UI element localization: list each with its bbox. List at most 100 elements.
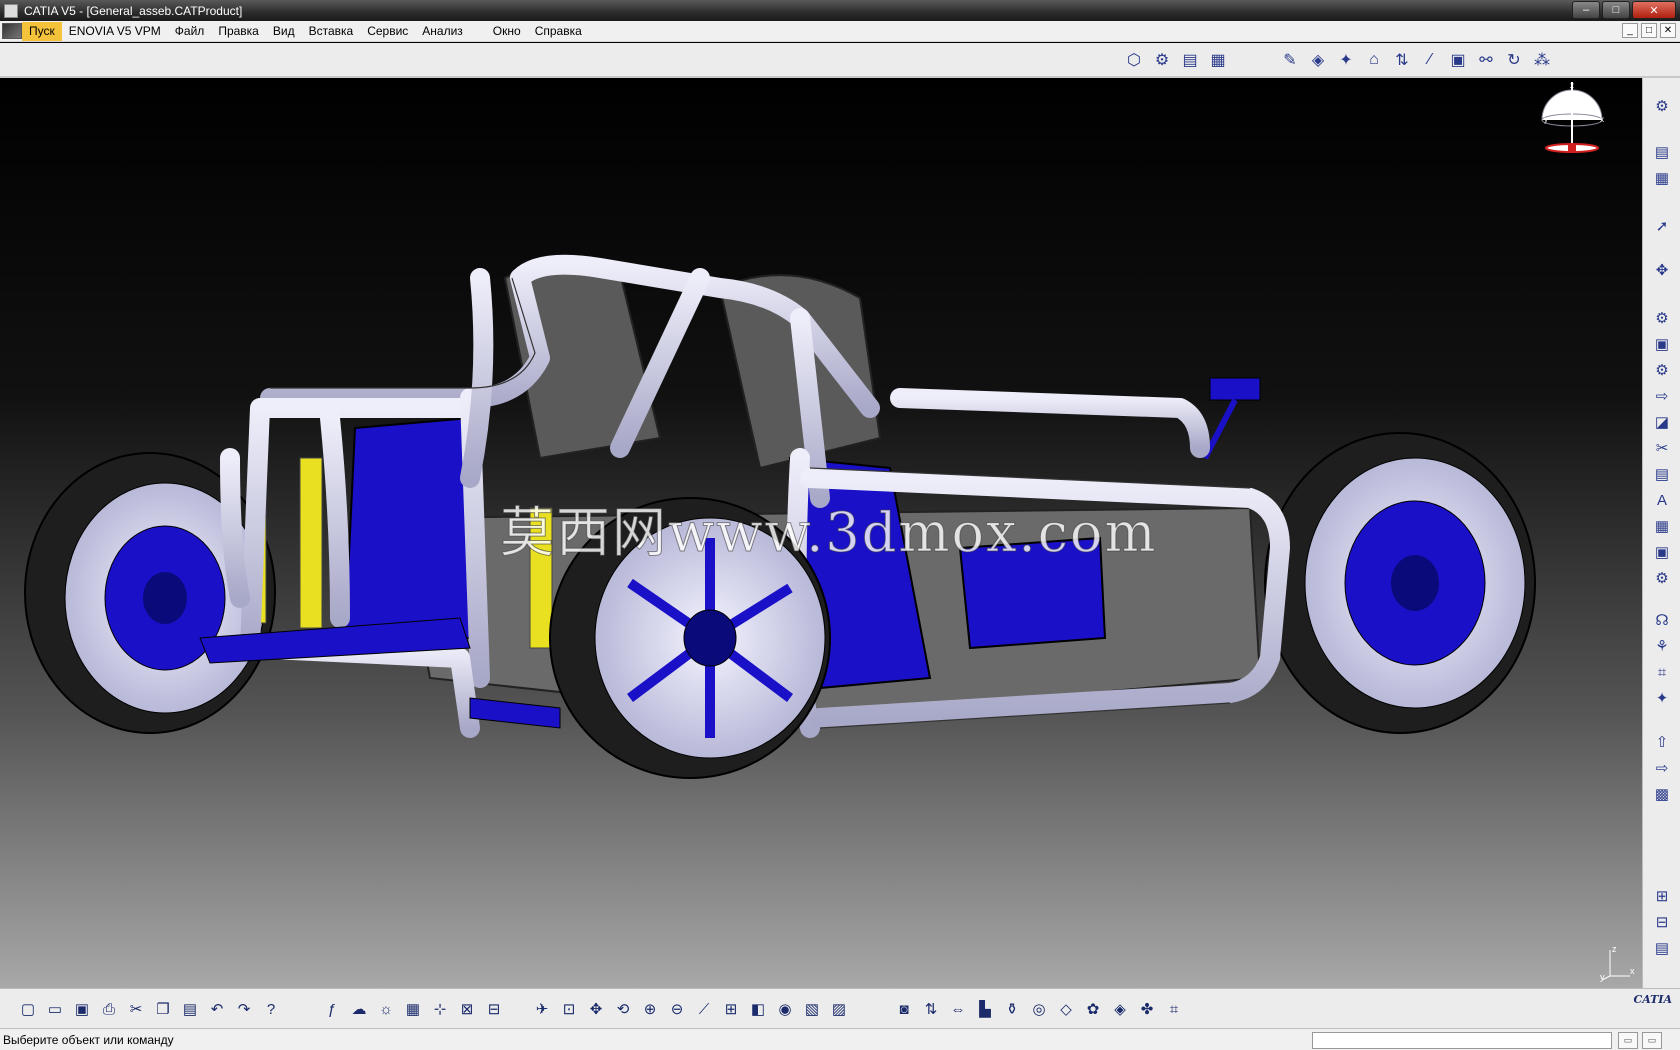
measure-icon[interactable]: ◪ — [1650, 410, 1674, 434]
copy-icon[interactable]: ❐ — [151, 997, 175, 1021]
render-icon[interactable]: ✿ — [1081, 997, 1105, 1021]
graph-icon[interactable]: ⊹ — [428, 997, 452, 1021]
distance-icon[interactable]: ⚙ — [1650, 358, 1674, 382]
contact-constraint-icon[interactable]: ⇅ — [1390, 48, 1414, 72]
3d-viewport[interactable]: z y x z y x 莫西网www.3dmox.com — [0, 78, 1642, 988]
cut-icon[interactable]: ✂ — [124, 997, 148, 1021]
offset-constraint-icon[interactable]: ⁄ — [1418, 48, 1442, 72]
menu-insert[interactable]: Вставка — [302, 22, 361, 41]
iso-view-icon[interactable]: ◧ — [746, 997, 770, 1021]
menu-edit[interactable]: Правка — [211, 22, 266, 41]
save-management-icon[interactable]: ▩ — [1650, 782, 1674, 806]
apply-material-icon[interactable]: ◈ — [1108, 997, 1132, 1021]
undo-icon[interactable]: ↶ — [205, 997, 229, 1021]
new-part-icon[interactable]: ▤ — [1178, 48, 1202, 72]
menu-window[interactable]: Окно — [486, 22, 528, 41]
texture-icon[interactable]: ✤ — [1135, 997, 1159, 1021]
paste-icon[interactable]: ▤ — [178, 997, 202, 1021]
clash-analysis-icon[interactable]: ⚙ — [1650, 306, 1674, 330]
select-arrow-icon[interactable]: ➚ — [1650, 214, 1674, 238]
bom-icon[interactable]: ▦ — [1650, 514, 1674, 538]
reuse-pattern-icon[interactable]: ⁂ — [1530, 48, 1554, 72]
swap-visible-icon[interactable]: ▨ — [827, 997, 851, 1021]
hide-show-icon[interactable]: ▧ — [800, 997, 824, 1021]
comment-icon[interactable]: ☁ — [347, 997, 371, 1021]
constraint-icon[interactable]: ⌗ — [1650, 660, 1674, 684]
measure-item-icon[interactable]: ▙ — [973, 997, 997, 1021]
settings-gear-icon[interactable]: ⚙ — [1650, 94, 1674, 118]
menu-file[interactable]: Файл — [168, 22, 212, 41]
menu-view[interactable]: Вид — [266, 22, 302, 41]
parameters-icon[interactable]: ⊟ — [482, 997, 506, 1021]
inertia-icon[interactable]: ⚱ — [1000, 997, 1024, 1021]
fix-component-icon[interactable]: ⚯ — [1474, 48, 1498, 72]
save-icon[interactable]: ▣ — [70, 997, 94, 1021]
export-icon[interactable]: ⇧ — [1650, 730, 1674, 754]
text-annotation-icon[interactable]: A — [1650, 488, 1674, 512]
close-button[interactable]: ✕ — [1632, 1, 1676, 19]
open-icon[interactable]: ▭ — [43, 997, 67, 1021]
formula-icon[interactable]: ƒ — [320, 997, 344, 1021]
manipulation-icon[interactable]: ✥ — [1650, 258, 1674, 282]
command-input[interactable] — [1312, 1032, 1612, 1049]
star-icon[interactable]: ✦ — [1650, 686, 1674, 710]
product-icon[interactable]: ⊞ — [1650, 884, 1674, 908]
menu-tools[interactable]: Сервис — [360, 22, 415, 41]
snap-icon[interactable]: ◈ — [1306, 48, 1330, 72]
pan-icon[interactable]: ✥ — [584, 997, 608, 1021]
existing-component-icon[interactable]: ▦ — [1206, 48, 1230, 72]
section-icon[interactable]: ▣ — [1650, 332, 1674, 356]
publish-icon[interactable]: ⇨ — [1650, 384, 1674, 408]
whats-this-icon[interactable]: ? — [259, 997, 283, 1021]
light-icon[interactable]: ☼ — [374, 997, 398, 1021]
menu-analysis[interactable]: Анализ — [415, 22, 470, 41]
import-icon[interactable]: ⇨ — [1650, 756, 1674, 780]
status-button-2[interactable]: ▭ — [1642, 1032, 1662, 1049]
explode-icon[interactable]: ✦ — [1334, 48, 1358, 72]
shading-icon[interactable]: ◉ — [773, 997, 797, 1021]
view-icon[interactable]: ▣ — [1650, 540, 1674, 564]
sweep-icon[interactable]: ☊ — [1650, 608, 1674, 632]
measure-between-icon[interactable]: ⇔ — [946, 997, 970, 1021]
material-icon[interactable]: ◇ — [1054, 997, 1078, 1021]
doc-close-button[interactable]: ✕ — [1660, 23, 1676, 38]
band-icon[interactable]: ⚘ — [1650, 634, 1674, 658]
spec-tree-icon[interactable]: ▤ — [1650, 140, 1674, 164]
zoom-in-icon[interactable]: ⊕ — [638, 997, 662, 1021]
new-product-icon[interactable]: ⚙ — [1150, 48, 1174, 72]
doc-restore-button[interactable]: □ — [1641, 23, 1657, 38]
angle-constraint-icon[interactable]: ▣ — [1446, 48, 1470, 72]
component-icon[interactable]: ⚙ — [1650, 566, 1674, 590]
normal-view-icon[interactable]: ⟋ — [692, 997, 716, 1021]
lock-icon[interactable]: ⊠ — [455, 997, 479, 1021]
grid-icon[interactable]: ⌗ — [1162, 997, 1186, 1021]
new-icon[interactable]: ▢ — [16, 997, 40, 1021]
fly-mode-icon[interactable]: ✈ — [530, 997, 554, 1021]
report-icon[interactable]: ▤ — [1650, 462, 1674, 486]
doc-minimize-button[interactable]: _ — [1622, 23, 1638, 38]
multi-view-icon[interactable]: ⊞ — [719, 997, 743, 1021]
maximize-button[interactable]: □ — [1602, 1, 1630, 19]
status-button-1[interactable]: ▭ — [1618, 1032, 1638, 1049]
compass-widget[interactable]: z y x — [1530, 80, 1610, 160]
menu-start[interactable]: Пуск — [22, 21, 62, 41]
document-icon[interactable] — [2, 23, 22, 39]
update-icon[interactable]: ↻ — [1502, 48, 1526, 72]
redo-icon[interactable]: ↷ — [232, 997, 256, 1021]
fit-all-icon[interactable]: ⊡ — [557, 997, 581, 1021]
camera-icon[interactable]: ◙ — [892, 997, 916, 1021]
scene-icon[interactable]: ✂ — [1650, 436, 1674, 460]
menu-help[interactable]: Справка — [528, 22, 589, 41]
table-icon[interactable]: ▦ — [401, 997, 425, 1021]
sketch-icon[interactable]: ◎ — [1027, 997, 1051, 1021]
exchange-icon[interactable]: ⇅ — [919, 997, 943, 1021]
catalog-icon[interactable]: ▦ — [1650, 166, 1674, 190]
menu-enovia[interactable]: ENOVIA V5 VPM — [62, 22, 168, 41]
coincidence-constraint-icon[interactable]: ⌂ — [1362, 48, 1386, 72]
rotate-icon[interactable]: ⟲ — [611, 997, 635, 1021]
manipulate-icon[interactable]: ✎ — [1278, 48, 1302, 72]
zoom-out-icon[interactable]: ⊖ — [665, 997, 689, 1021]
minimize-button[interactable]: – — [1572, 1, 1600, 19]
new-component-icon[interactable]: ⬡ — [1122, 48, 1146, 72]
list-icon[interactable]: ▤ — [1650, 936, 1674, 960]
